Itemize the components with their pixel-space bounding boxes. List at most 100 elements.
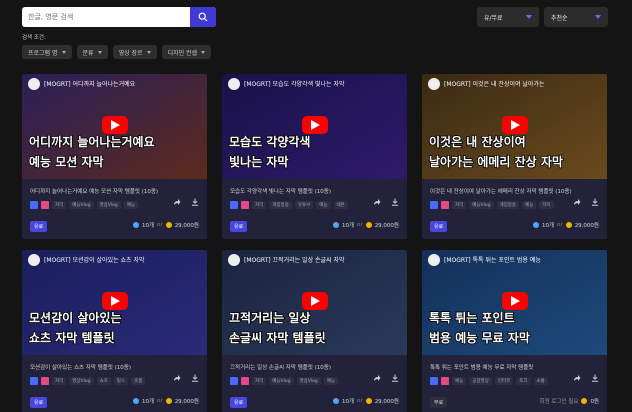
overlay-line-1: 톡톡 튀는 포인트	[429, 310, 515, 325]
share-icon[interactable]	[173, 198, 181, 206]
credit-count: 10개	[141, 223, 155, 229]
tag[interactable]: 게임방송	[496, 201, 520, 209]
price-type-badge: 유료	[30, 397, 48, 408]
tag[interactable]: 영상Vlog	[69, 377, 94, 385]
download-icon[interactable]	[391, 374, 399, 382]
card-title[interactable]: 모습도 각양각색 빛나는 자막 템플릿 (10종)	[230, 187, 400, 195]
tag[interactable]: 공감영상	[469, 377, 492, 385]
tag[interactable]: 자막	[252, 201, 267, 209]
or-label: or	[157, 222, 163, 228]
video-thumbnail[interactable]: [MOGRT] 모션감이 살아있는 쇼츠 자막 모션감이 살아있는 쇼츠 자막 …	[22, 250, 207, 355]
download-icon[interactable]	[391, 198, 399, 206]
price-info: 10개 or 29,000원	[532, 221, 599, 229]
price: 29,000원	[374, 399, 399, 405]
download-icon[interactable]	[591, 374, 599, 382]
card-title[interactable]: 어디까지 늘어나는거예요 예능 모션 자막 템플릿 (10종)	[30, 187, 200, 195]
share-icon[interactable]	[373, 374, 381, 382]
video-thumbnail[interactable]: [MOGRT] 이것은 내 잔상이여 날아가는 이것은 내 잔상이여 날아가는 …	[422, 74, 607, 179]
chip-category[interactable]: 분류	[76, 45, 108, 59]
price-info: 10개 or 29,000원	[132, 221, 199, 229]
credit-count: 10개	[141, 399, 155, 405]
tag[interactable]: 자막	[52, 201, 67, 209]
coin-icon	[165, 398, 172, 404]
tag[interactable]: 예능	[522, 201, 537, 209]
tag[interactable]: 숏폼	[131, 377, 146, 385]
credit-icon	[332, 222, 339, 228]
tag[interactable]: 쇼츠	[96, 377, 111, 385]
card-title[interactable]: 모션감이 살아있는 쇼츠 자막 템플릿 (10종)	[30, 363, 200, 371]
price-filter-dropdown[interactable]: 유/무료	[477, 7, 539, 27]
price-type-badge: 유료	[430, 221, 448, 232]
coin-icon	[565, 222, 572, 228]
tag[interactable]: 예능	[452, 377, 467, 385]
overlay-line-1: 모션감이 살아있는	[29, 310, 122, 325]
tag[interactable]: 예능	[316, 201, 331, 209]
tag-list: 자막 예능Vlog 영상Vlog 예능	[230, 376, 338, 386]
price-type-badge: 유료	[230, 397, 248, 408]
share-icon[interactable]	[573, 198, 581, 206]
video-header: [MOGRT] 이것은 내 잔상이여 날아가는	[444, 80, 545, 88]
tag[interactable]: 유튜브	[294, 201, 314, 209]
share-icon[interactable]	[373, 198, 381, 206]
share-icon[interactable]	[573, 374, 581, 382]
overlay-line-2: 손글씨 자막 템플릿	[229, 330, 326, 345]
tag[interactable]: 릴스	[113, 377, 129, 385]
video-thumbnail[interactable]: [MOGRT] 어디까지 늘어나는거예요 어디까지 늘어나는거예요 예능 모션 …	[22, 74, 207, 179]
chip-label: 영상 장르	[118, 49, 143, 57]
coin-icon	[365, 222, 372, 228]
card-title[interactable]: 톡톡 튀는 포인트 범용 예능 무료 자막 템플릿	[430, 363, 600, 371]
chip-label: 분류	[82, 49, 94, 57]
tag[interactable]: 예능	[323, 377, 338, 385]
template-card[interactable]: [MOGRT] 이것은 내 잔상이여 날아가는 이것은 내 잔상이여 날아가는 …	[422, 74, 607, 239]
price: 29,000원	[174, 223, 199, 229]
chip-program[interactable]: 프로그램 명	[22, 45, 72, 59]
search-input[interactable]	[22, 7, 190, 27]
tag[interactable]: 토크	[516, 377, 531, 385]
search-button[interactable]	[190, 7, 216, 27]
template-card[interactable]: [MOGRT] 모션감이 살아있는 쇼츠 자막 모션감이 살아있는 쇼츠 자막 …	[22, 250, 207, 412]
overlay-line-2: 빛나는 자막	[229, 154, 288, 169]
card-title[interactable]: 끄적거리는 일상 손글씨 자막 템플릿 (10종)	[230, 363, 400, 371]
tag[interactable]: 예능Vlog	[469, 201, 494, 209]
video-thumbnail[interactable]: [MOGRT] 모습도 각양각색 빛나는 자막 모습도 각양각색 빛나는 자막	[222, 74, 407, 179]
template-card[interactable]: [MOGRT] 모습도 각양각색 빛나는 자막 모습도 각양각색 빛나는 자막 …	[222, 74, 407, 239]
tag[interactable]: 영상Vlog	[296, 377, 321, 385]
tag[interactable]: 자막	[52, 377, 67, 385]
tag[interactable]: 예능	[123, 201, 138, 209]
overlay-line-2: 예능 모션 자막	[29, 154, 104, 169]
tag[interactable]: 예능Vlog	[269, 377, 294, 385]
chevron-down-icon	[201, 50, 206, 54]
price-info: 10개 or 29,000원	[332, 397, 399, 405]
tag-list: 자막 영상Vlog 쇼츠 릴스 숏폼	[30, 376, 146, 386]
video-header: [MOGRT] 모션감이 살아있는 쇼츠 자막	[44, 256, 145, 264]
share-icon[interactable]	[173, 374, 181, 382]
chip-genre[interactable]: 영상 장르	[112, 45, 157, 59]
download-icon[interactable]	[191, 374, 199, 382]
play-icon	[502, 292, 528, 310]
format-icon	[441, 377, 449, 385]
credit-count: 10개	[341, 399, 355, 405]
video-thumbnail[interactable]: [MOGRT] 끄적거리는 일상 손글씨 자막 끄적거리는 일상 손글씨 자막 …	[222, 250, 407, 355]
template-card[interactable]: [MOGRT] 어디까지 늘어나는거예요 어디까지 늘어나는거예요 예능 모션 …	[22, 74, 207, 239]
premiere-icon	[30, 201, 38, 209]
tag[interactable]: 소통	[533, 377, 548, 385]
tag[interactable]: 자막	[539, 201, 554, 209]
tag[interactable]: 네온	[333, 201, 348, 209]
sort-dropdown[interactable]: 추천순	[544, 7, 608, 27]
tag[interactable]: 게임방송	[269, 201, 292, 209]
template-card[interactable]: [MOGRT] 톡톡 튀는 포인트 범용 예능 톡톡 튀는 포인트 범용 예능 …	[422, 250, 607, 412]
card-title[interactable]: 이것은 내 잔상이여 날아가는 에메리 잔상 자막 템플릿 (10종)	[430, 187, 600, 195]
download-icon[interactable]	[191, 198, 199, 206]
video-header: [MOGRT] 끄적거리는 일상 손글씨 자막	[244, 256, 345, 264]
template-card[interactable]: [MOGRT] 끄적거리는 일상 손글씨 자막 끄적거리는 일상 손글씨 자막 …	[222, 250, 407, 412]
chip-design[interactable]: 디자인 컨셉	[161, 45, 212, 59]
download-icon[interactable]	[591, 198, 599, 206]
tag[interactable]: 자막	[452, 201, 467, 209]
tag[interactable]: 인터뷰	[494, 377, 514, 385]
tag[interactable]: 예능Vlog	[69, 201, 94, 209]
credit-count: 10개	[541, 223, 555, 229]
tag[interactable]: 영상Vlog	[96, 201, 121, 209]
chevron-down-icon	[146, 50, 151, 54]
video-thumbnail[interactable]: [MOGRT] 톡톡 튀는 포인트 범용 예능 톡톡 튀는 포인트 범용 예능 …	[422, 250, 607, 355]
tag[interactable]: 자막	[252, 377, 267, 385]
